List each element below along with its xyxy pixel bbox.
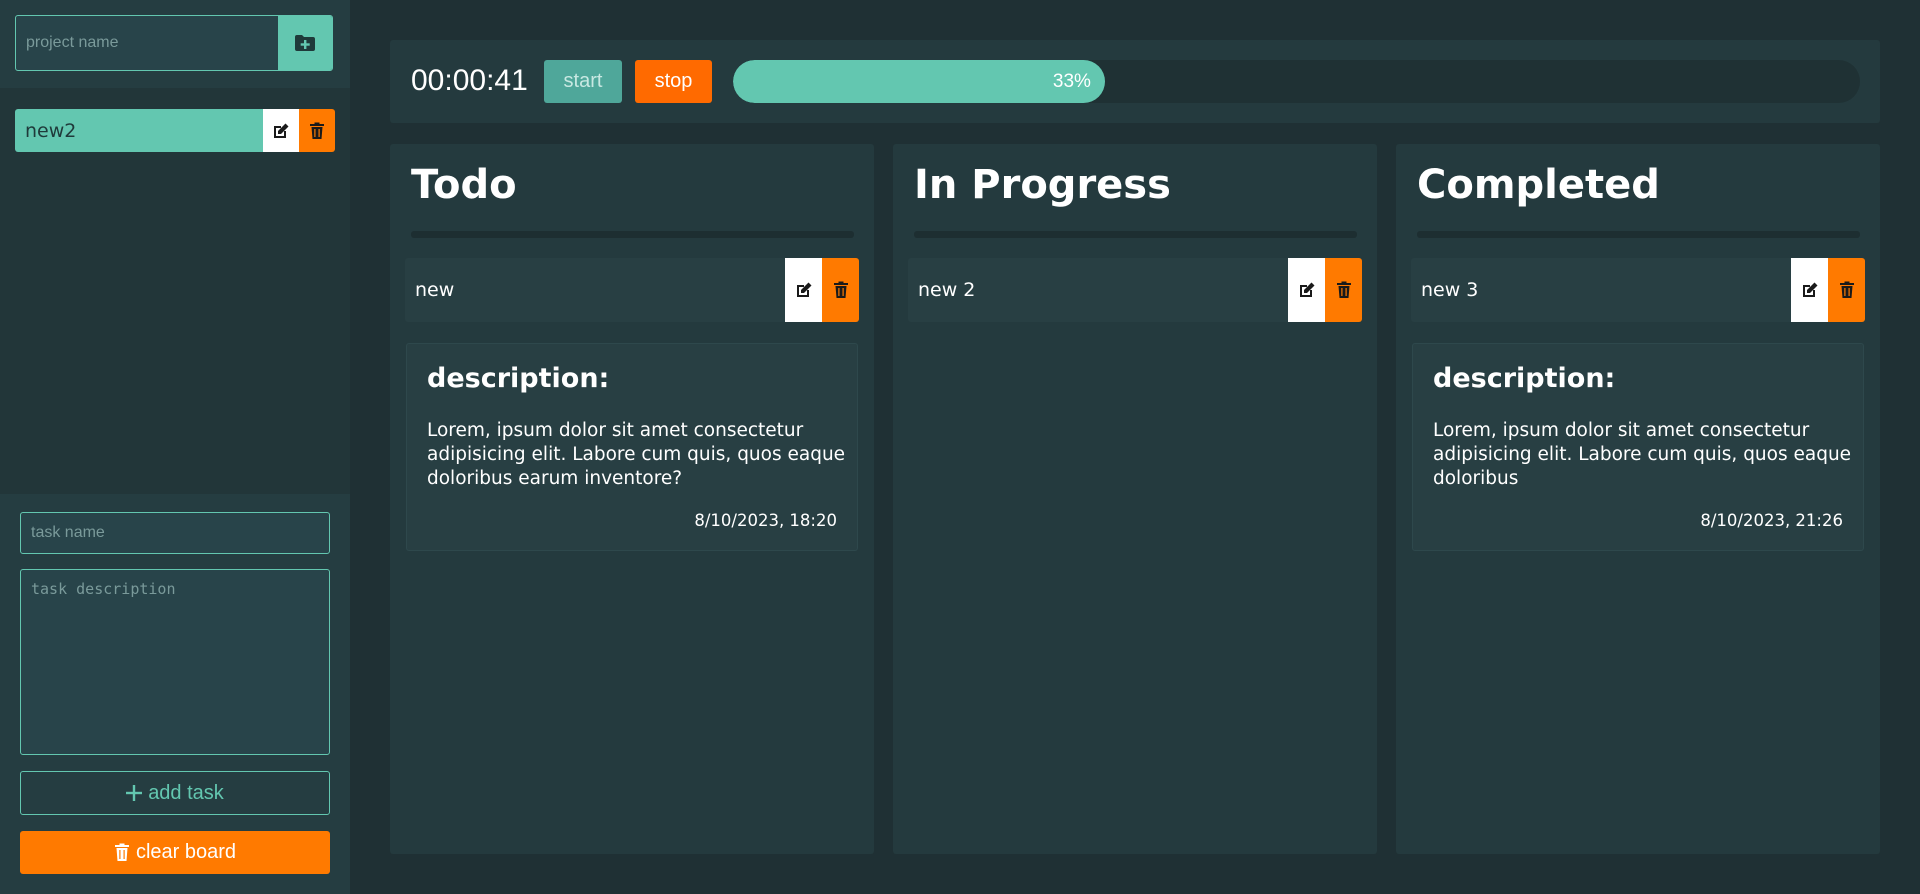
column-completed: Completed new 3 description: Lorem, ipsu… [1396, 144, 1880, 854]
task-card[interactable]: new [405, 258, 859, 322]
task-name[interactable]: new [405, 258, 785, 322]
sidebar: new2 [0, 0, 350, 894]
column-divider [914, 231, 1357, 238]
task-name-input[interactable] [20, 512, 330, 554]
edit-icon [1298, 281, 1316, 299]
task-description-card: description: Lorem, ipsum dolor sit amet… [1412, 343, 1864, 551]
column-divider [411, 231, 854, 238]
clear-board-button[interactable]: clear board [20, 831, 330, 874]
clear-board-label: clear board [135, 841, 237, 863]
plus-icon [126, 785, 143, 801]
column-in-progress: In Progress new 2 [893, 144, 1377, 854]
folder-plus-icon [294, 34, 316, 52]
progress-label: 33% [1052, 70, 1091, 92]
add-task-label: add task [148, 781, 224, 804]
trash-icon [833, 281, 849, 299]
description-heading: description: [427, 363, 610, 394]
column-title: In Progress [914, 162, 1171, 208]
task-card[interactable]: new 2 [908, 258, 1362, 322]
add-task-button[interactable]: add task [20, 771, 330, 815]
description-heading: description: [1433, 363, 1616, 394]
description-date: 8/10/2023, 18:20 [694, 511, 837, 530]
add-project-button[interactable] [278, 16, 332, 70]
delete-task-button[interactable] [1325, 258, 1362, 322]
column-divider [1417, 231, 1860, 238]
project-form [15, 15, 333, 71]
task-card[interactable]: new 3 [1411, 258, 1865, 322]
column-todo: Todo new description: Lorem, ipsum dolor… [390, 144, 874, 854]
task-name[interactable]: new 2 [908, 258, 1288, 322]
progress-fill: 33% [733, 60, 1105, 103]
trash-icon [1839, 281, 1855, 299]
column-title: Completed [1417, 162, 1660, 208]
edit-icon [272, 122, 290, 140]
task-description-card: description: Lorem, ipsum dolor sit amet… [406, 343, 858, 551]
edit-icon [795, 281, 813, 299]
description-text: Lorem, ipsum dolor sit amet consectetur … [427, 420, 846, 489]
description-date: 8/10/2023, 21:26 [1700, 511, 1843, 530]
start-button[interactable]: start [544, 60, 622, 103]
description-text: Lorem, ipsum dolor sit amet consectetur … [1433, 420, 1852, 489]
task-description-input[interactable] [20, 569, 330, 755]
timer-display: 00:00:41 [411, 64, 528, 97]
delete-project-button[interactable] [299, 109, 335, 152]
delete-task-button[interactable] [1828, 258, 1865, 322]
timer-panel: 00:00:41 start stop 33% [390, 40, 1880, 123]
project-name-input[interactable] [16, 16, 278, 70]
progress-bar: 33% [733, 60, 1860, 103]
trash-icon [309, 122, 325, 140]
trash-icon [1336, 281, 1352, 299]
edit-task-button[interactable] [1288, 258, 1325, 322]
edit-project-button[interactable] [263, 109, 299, 152]
edit-task-button[interactable] [1791, 258, 1828, 322]
stop-button[interactable]: stop [635, 60, 712, 103]
task-name[interactable]: new 3 [1411, 258, 1791, 322]
edit-icon [1801, 281, 1819, 299]
delete-task-button[interactable] [822, 258, 859, 322]
trash-icon [114, 843, 130, 862]
project-name[interactable]: new2 [15, 109, 263, 152]
project-item[interactable]: new2 [15, 109, 335, 152]
column-title: Todo [411, 162, 517, 208]
edit-task-button[interactable] [785, 258, 822, 322]
